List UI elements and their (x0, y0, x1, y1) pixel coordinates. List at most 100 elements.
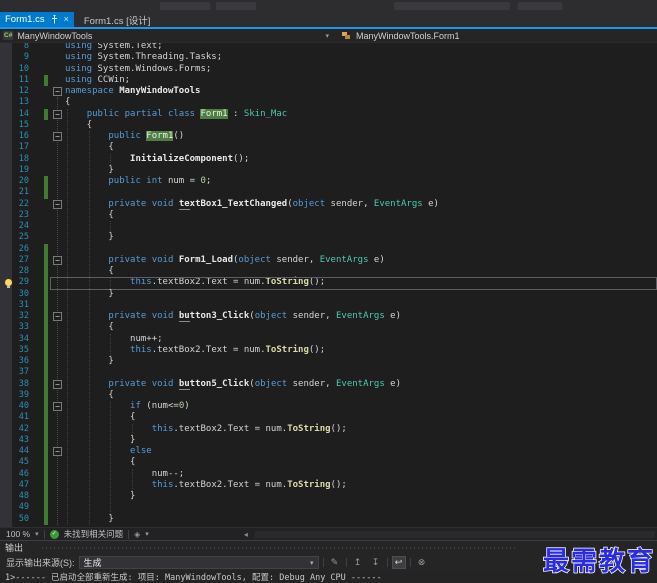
fold-toggle[interactable]: − (53, 312, 62, 321)
code-text: using System.Text; (65, 43, 163, 51)
project-dropdown[interactable]: C# ManyWindowTools ▾ (0, 29, 337, 42)
code-line[interactable]: 47 this.textBox2.Text = num.ToString(); (0, 479, 657, 491)
fold-toggle[interactable]: − (53, 255, 62, 265)
code-line[interactable]: 39 { (0, 389, 657, 401)
chevron-down-icon[interactable]: ▾ (325, 32, 329, 40)
fold-margin (53, 481, 62, 490)
line-number: 31 (18, 299, 29, 310)
word-wrap-icon[interactable]: ↩ (391, 556, 406, 569)
code-line[interactable]: 18 InitializeComponent(); (0, 154, 657, 165)
code-line[interactable]: 50 } (0, 513, 657, 525)
line-number: 42 (18, 423, 29, 434)
code-line[interactable]: 42 this.textBox2.Text = num.ToString(); (0, 423, 657, 435)
code-line[interactable]: 11 using CCWin; (0, 74, 657, 86)
chevron-down-icon: ▾ (309, 559, 314, 567)
change-bar (44, 254, 48, 266)
code-line[interactable]: 36 } (0, 356, 657, 368)
change-bar (44, 86, 48, 97)
analysis-settings-icon[interactable]: ◈ (134, 530, 140, 539)
code-line[interactable]: 44 − else (0, 446, 657, 458)
code-line[interactable]: 38 − private void button5_Click(object se… (0, 378, 657, 390)
code-line[interactable]: 14 − public partial class Form1 : Skin_Ma… (0, 108, 657, 120)
code-line[interactable]: 28 { (0, 266, 657, 278)
code-text: } (65, 356, 114, 366)
type-dropdown[interactable]: ManyWindowTools.Form1 (337, 29, 657, 42)
code-text: namespace ManyWindowTools (65, 86, 201, 96)
fold-margin (53, 346, 62, 355)
analysis-chevron-down-icon[interactable]: ▾ (145, 530, 149, 538)
code-line[interactable]: 24 (0, 221, 657, 232)
code-line[interactable]: 25 } (0, 232, 657, 243)
fold-margin (53, 267, 62, 276)
fold-toggle[interactable]: − (53, 132, 62, 141)
code-line[interactable]: 15 { (0, 120, 657, 131)
fold-toggle[interactable]: − (53, 109, 62, 119)
code-line[interactable]: 49 (0, 502, 657, 514)
next-message-icon[interactable]: ↧ (369, 556, 383, 569)
fold-margin (53, 233, 62, 242)
fold-margin (53, 121, 62, 130)
output-log-line: 1>------ 已启动全部重新生成: 项目: ManyWindowTools,… (0, 571, 657, 583)
line-number: 28 (18, 266, 29, 276)
code-line[interactable]: 43 } (0, 434, 657, 446)
code-line[interactable]: 22 − private void textBox1_TextChanged(ob… (0, 198, 657, 210)
tab-form1-cs-design[interactable]: Form1.cs [设计] (74, 12, 161, 27)
code-text: public int num = 0; (108, 176, 212, 186)
code-line[interactable]: 23 { (0, 210, 657, 221)
horizontal-scrollbar[interactable] (254, 530, 655, 538)
hscroll-left-arrow-icon[interactable]: ◂ (244, 530, 248, 539)
code-line[interactable]: 40 − if (num<=0) (0, 401, 657, 413)
code-line[interactable]: 13 { (0, 97, 657, 108)
code-line[interactable]: 19 } (0, 165, 657, 176)
code-line[interactable]: 48 } (0, 491, 657, 503)
code-line[interactable]: 12 − namespace ManyWindowTools (0, 86, 657, 97)
code-line[interactable]: 21 (0, 187, 657, 199)
output-source-select[interactable]: 生成 ▾ (78, 556, 319, 569)
change-bar (44, 277, 48, 289)
code-line[interactable]: 30 } (0, 288, 657, 300)
code-line[interactable]: 16 − public Form1() (0, 131, 657, 142)
fold-toggle[interactable]: − (53, 402, 62, 411)
code-line[interactable]: 26 (0, 243, 657, 255)
code-line[interactable]: 8 using System.Text; (0, 43, 657, 52)
code-line[interactable]: 46 num--; (0, 468, 657, 480)
code-line[interactable]: 9 using System.Threading.Tasks; (0, 52, 657, 63)
code-line[interactable]: 34 num++; (0, 333, 657, 345)
code-line[interactable]: 29 this.textBox2.Text = num.ToString(); (0, 277, 657, 290)
code-line[interactable]: 17 { (0, 142, 657, 153)
line-number: 38 (18, 378, 29, 389)
code-line[interactable]: 20 public int num = 0; (0, 176, 657, 188)
zoom-level[interactable]: 100 % (6, 529, 30, 539)
code-lines: 8 using System.Text; 9 using System.Threadi… (0, 43, 657, 526)
code-text: this.textBox2.Text = num.ToString(); (130, 277, 326, 288)
code-text: num++; (65, 333, 163, 344)
code-line[interactable]: 35 this.textBox2.Text = num.ToString(); (0, 344, 657, 356)
change-bar (44, 446, 48, 458)
line-number: 19 (18, 164, 29, 175)
code-line[interactable]: 33 { (0, 322, 657, 334)
tab-form1-cs[interactable]: Form1.cs × (0, 12, 74, 27)
line-number: 24 (18, 221, 29, 231)
code-line[interactable]: 27 − private void Form1_Load(object sende… (0, 254, 657, 266)
close-icon[interactable]: × (64, 15, 69, 24)
zoom-chevron-down-icon[interactable]: ▾ (35, 530, 39, 538)
change-bar (44, 199, 48, 210)
output-panel-header[interactable]: 输出 (0, 541, 657, 554)
code-editor[interactable]: 8 using System.Text; 9 using System.Threadi… (0, 43, 657, 527)
code-line[interactable]: 10 using System.Windows.Forms; (0, 64, 657, 75)
code-line[interactable]: 31 (0, 299, 657, 311)
prev-message-icon[interactable]: ↥ (351, 556, 365, 569)
fold-toggle[interactable]: − (53, 199, 62, 209)
fold-margin (53, 515, 62, 524)
code-line[interactable]: 37 (0, 367, 657, 379)
line-number: 8 (23, 43, 29, 51)
clear-all-icon[interactable]: ⊗ (415, 556, 429, 569)
code-line[interactable]: 32 − private void button3_Click(object se… (0, 311, 657, 323)
pin-icon[interactable] (51, 15, 58, 24)
code-line[interactable]: 45 { (0, 457, 657, 469)
code-line[interactable]: 41 { (0, 412, 657, 424)
find-message-icon[interactable]: ✎ (328, 556, 342, 569)
fold-toggle[interactable]: − (53, 447, 62, 456)
fold-toggle[interactable]: − (53, 87, 62, 96)
fold-toggle[interactable]: − (53, 379, 62, 389)
